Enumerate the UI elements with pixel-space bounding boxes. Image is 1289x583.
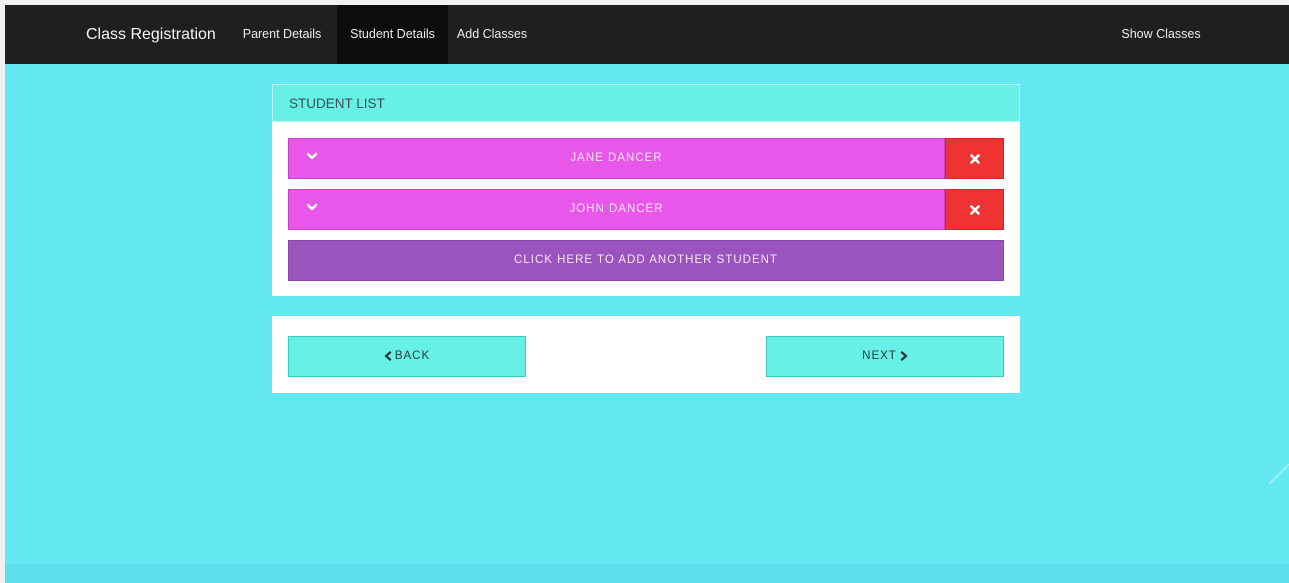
- delete-student-button[interactable]: [945, 189, 1004, 230]
- navigation-panel: BACK NEXT: [272, 316, 1020, 393]
- nav-item-student-details[interactable]: Student Details: [337, 5, 448, 64]
- chevron-right-icon: [900, 351, 908, 361]
- brand-title[interactable]: Class Registration: [86, 5, 216, 64]
- nav-item-show-classes[interactable]: Show Classes: [1106, 5, 1216, 64]
- next-label: NEXT: [862, 350, 897, 362]
- nav-item-parent-details[interactable]: Parent Details: [231, 5, 333, 64]
- chevron-down-icon[interactable]: [306, 203, 318, 211]
- back-label: BACK: [394, 350, 431, 362]
- add-student-button[interactable]: CLICK HERE TO ADD ANOTHER STUDENT: [288, 240, 1004, 281]
- student-bar-jane[interactable]: JANE DANCER: [288, 138, 945, 179]
- resize-handle-icon: [1269, 464, 1289, 485]
- bottom-strip: [5, 564, 1289, 583]
- next-button[interactable]: NEXT: [766, 336, 1004, 377]
- close-icon: [970, 154, 980, 164]
- student-row: JANE DANCER: [288, 138, 1004, 179]
- student-list-panel: STUDENT LIST JANE DANCER JOHN DANCER CLI…: [272, 84, 1020, 296]
- back-button[interactable]: BACK: [288, 336, 526, 377]
- delete-student-button[interactable]: [945, 138, 1004, 179]
- app-frame: Class Registration Parent Details Studen…: [5, 5, 1289, 583]
- chevron-left-icon: [384, 351, 392, 361]
- nav-item-add-classes[interactable]: Add Classes: [451, 5, 533, 64]
- student-list-heading: STUDENT LIST: [272, 84, 1020, 122]
- student-row: JOHN DANCER: [288, 189, 1004, 230]
- chevron-down-icon[interactable]: [306, 152, 318, 160]
- top-navbar: Class Registration Parent Details Studen…: [5, 5, 1289, 64]
- close-icon: [970, 205, 980, 215]
- student-bar-john[interactable]: JOHN DANCER: [288, 189, 945, 230]
- student-name: JANE DANCER: [570, 152, 663, 164]
- student-name: JOHN DANCER: [569, 203, 664, 215]
